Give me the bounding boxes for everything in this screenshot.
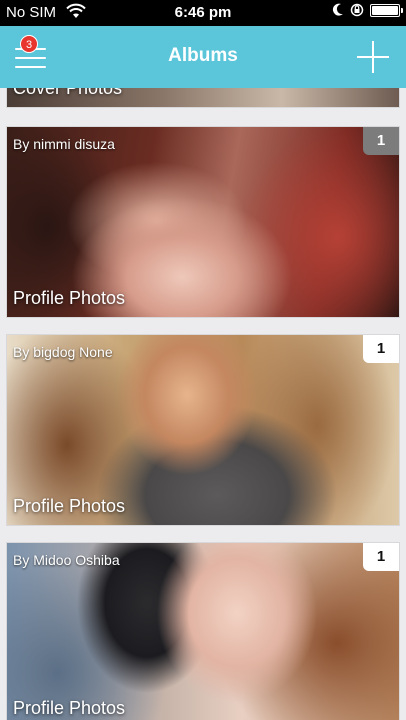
album-list[interactable]: Cover Photos By nimmi disuza 1 Profile P… [0, 0, 406, 720]
photo-count-badge: 1 [363, 335, 399, 363]
album-owner: By nimmi disuza [13, 136, 115, 152]
add-album-button[interactable] [356, 40, 390, 74]
moon-icon [332, 3, 343, 16]
album-card[interactable]: By bigdog None 1 Profile Photos [6, 334, 400, 526]
album-name: Profile Photos [13, 698, 126, 718]
album-card[interactable]: By nimmi disuza 1 Profile Photos [6, 126, 400, 318]
battery-icon [370, 3, 403, 17]
nav-bar: 3 Albums [0, 26, 406, 88]
album-owner: By Midoo Oshiba [13, 552, 120, 568]
status-bar: No SIM 6:46 pm [0, 0, 406, 26]
photo-count-badge: 1 [363, 127, 399, 155]
page-title: Albums [168, 45, 238, 66]
orientation-lock-icon [350, 3, 364, 17]
album-name: Profile Photos [13, 496, 126, 516]
album-name: Profile Photos [13, 288, 126, 308]
album-card[interactable]: By Midoo Oshiba 1 Profile Photos [6, 542, 400, 720]
album-photo [7, 543, 399, 720]
photo-count-badge: 1 [363, 543, 399, 571]
album-owner: By bigdog None [13, 344, 113, 360]
